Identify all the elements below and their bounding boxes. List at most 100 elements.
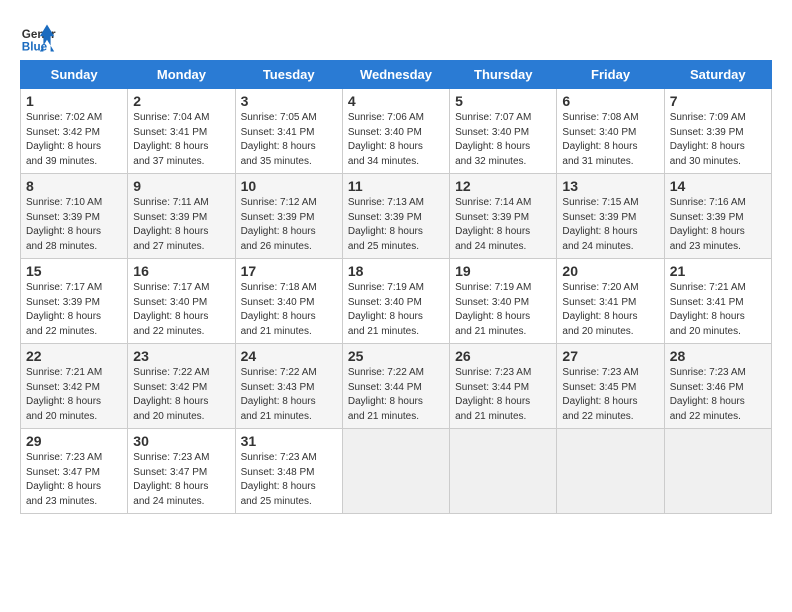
calendar-cell: 22 Sunrise: 7:21 AM Sunset: 3:42 PM Dayli… xyxy=(21,344,128,429)
calendar-cell: 14 Sunrise: 7:16 AM Sunset: 3:39 PM Dayli… xyxy=(664,174,771,259)
calendar-cell: 24 Sunrise: 7:22 AM Sunset: 3:43 PM Dayli… xyxy=(235,344,342,429)
calendar-cell: 9 Sunrise: 7:11 AM Sunset: 3:39 PM Daylig… xyxy=(128,174,235,259)
calendar-cell xyxy=(557,429,664,514)
day-info: Sunrise: 7:17 AM Sunset: 3:39 PM Dayligh… xyxy=(26,281,122,339)
day-info: Sunrise: 7:16 AM Sunset: 3:39 PM Dayligh… xyxy=(670,196,766,254)
day-info: Sunrise: 7:13 AM Sunset: 3:39 PM Dayligh… xyxy=(348,196,444,254)
day-number: 21 xyxy=(670,263,766,279)
day-info: Sunrise: 7:23 AM Sunset: 3:44 PM Dayligh… xyxy=(455,366,551,424)
calendar-cell: 28 Sunrise: 7:23 AM Sunset: 3:46 PM Dayli… xyxy=(664,344,771,429)
day-number: 16 xyxy=(133,263,229,279)
calendar-cell: 23 Sunrise: 7:22 AM Sunset: 3:42 PM Dayli… xyxy=(128,344,235,429)
calendar-cell: 2 Sunrise: 7:04 AM Sunset: 3:41 PM Daylig… xyxy=(128,89,235,174)
day-number: 10 xyxy=(241,178,337,194)
day-info: Sunrise: 7:15 AM Sunset: 3:39 PM Dayligh… xyxy=(562,196,658,254)
day-info: Sunrise: 7:04 AM Sunset: 3:41 PM Dayligh… xyxy=(133,111,229,169)
header: General Blue xyxy=(20,20,772,56)
calendar-cell: 13 Sunrise: 7:15 AM Sunset: 3:39 PM Dayli… xyxy=(557,174,664,259)
day-number: 28 xyxy=(670,348,766,364)
day-info: Sunrise: 7:11 AM Sunset: 3:39 PM Dayligh… xyxy=(133,196,229,254)
calendar-cell xyxy=(342,429,449,514)
calendar-cell: 15 Sunrise: 7:17 AM Sunset: 3:39 PM Dayli… xyxy=(21,259,128,344)
calendar-cell xyxy=(450,429,557,514)
calendar-cell: 11Sunrise: 7:13 AM Sunset: 3:39 PM Dayli… xyxy=(342,174,449,259)
calendar-cell: 4 Sunrise: 7:06 AM Sunset: 3:40 PM Daylig… xyxy=(342,89,449,174)
calendar-cell: 21 Sunrise: 7:21 AM Sunset: 3:41 PM Dayli… xyxy=(664,259,771,344)
calendar-table: SundayMondayTuesdayWednesdayThursdayFrid… xyxy=(20,60,772,514)
day-info: Sunrise: 7:21 AM Sunset: 3:42 PM Dayligh… xyxy=(26,366,122,424)
day-number: 14 xyxy=(670,178,766,194)
day-number: 22 xyxy=(26,348,122,364)
calendar-cell: 8 Sunrise: 7:10 AM Sunset: 3:39 PM Daylig… xyxy=(21,174,128,259)
day-info: Sunrise: 7:23 AM Sunset: 3:47 PM Dayligh… xyxy=(26,451,122,509)
week-row-5: 29 Sunrise: 7:23 AM Sunset: 3:47 PM Dayli… xyxy=(21,429,772,514)
calendar-cell: 18 Sunrise: 7:19 AM Sunset: 3:40 PM Dayli… xyxy=(342,259,449,344)
day-info: Sunrise: 7:23 AM Sunset: 3:45 PM Dayligh… xyxy=(562,366,658,424)
day-info: Sunrise: 7:22 AM Sunset: 3:44 PM Dayligh… xyxy=(348,366,444,424)
calendar-cell: 1Sunrise: 7:02 AM Sunset: 3:42 PM Daylig… xyxy=(21,89,128,174)
day-info: Sunrise: 7:22 AM Sunset: 3:42 PM Dayligh… xyxy=(133,366,229,424)
day-info: Sunrise: 7:12 AM Sunset: 3:39 PM Dayligh… xyxy=(241,196,337,254)
day-info: Sunrise: 7:07 AM Sunset: 3:40 PM Dayligh… xyxy=(455,111,551,169)
day-info: Sunrise: 7:20 AM Sunset: 3:41 PM Dayligh… xyxy=(562,281,658,339)
logo-icon: General Blue xyxy=(20,20,56,56)
calendar-cell: 30 Sunrise: 7:23 AM Sunset: 3:47 PM Dayli… xyxy=(128,429,235,514)
day-number: 20 xyxy=(562,263,658,279)
calendar-cell: 17Sunrise: 7:18 AM Sunset: 3:40 PM Dayli… xyxy=(235,259,342,344)
day-number: 4 xyxy=(348,93,444,109)
day-number: 25 xyxy=(348,348,444,364)
weekday-header-friday: Friday xyxy=(557,61,664,89)
day-info: Sunrise: 7:17 AM Sunset: 3:40 PM Dayligh… xyxy=(133,281,229,339)
day-number: 29 xyxy=(26,433,122,449)
weekday-header-wednesday: Wednesday xyxy=(342,61,449,89)
day-info: Sunrise: 7:23 AM Sunset: 3:46 PM Dayligh… xyxy=(670,366,766,424)
calendar-cell: 10 Sunrise: 7:12 AM Sunset: 3:39 PM Dayli… xyxy=(235,174,342,259)
calendar-cell: 19 Sunrise: 7:19 AM Sunset: 3:40 PM Dayli… xyxy=(450,259,557,344)
calendar-cell: 26 Sunrise: 7:23 AM Sunset: 3:44 PM Dayli… xyxy=(450,344,557,429)
week-row-2: 8 Sunrise: 7:10 AM Sunset: 3:39 PM Daylig… xyxy=(21,174,772,259)
day-info: Sunrise: 7:23 AM Sunset: 3:48 PM Dayligh… xyxy=(241,451,337,509)
day-number: 2 xyxy=(133,93,229,109)
day-number: 27 xyxy=(562,348,658,364)
day-number: 26 xyxy=(455,348,551,364)
calendar-cell: 27 Sunrise: 7:23 AM Sunset: 3:45 PM Dayli… xyxy=(557,344,664,429)
day-number: 31 xyxy=(241,433,337,449)
day-info: Sunrise: 7:18 AM Sunset: 3:40 PM Dayligh… xyxy=(241,281,337,339)
day-number: 18 xyxy=(348,263,444,279)
day-number: 13 xyxy=(562,178,658,194)
day-number: 3 xyxy=(241,93,337,109)
day-number: 19 xyxy=(455,263,551,279)
week-row-3: 15 Sunrise: 7:17 AM Sunset: 3:39 PM Dayli… xyxy=(21,259,772,344)
weekday-header-row: SundayMondayTuesdayWednesdayThursdayFrid… xyxy=(21,61,772,89)
calendar-cell: 31 Sunrise: 7:23 AM Sunset: 3:48 PM Dayli… xyxy=(235,429,342,514)
weekday-header-saturday: Saturday xyxy=(664,61,771,89)
calendar-cell xyxy=(664,429,771,514)
weekday-header-tuesday: Tuesday xyxy=(235,61,342,89)
day-number: 15 xyxy=(26,263,122,279)
day-info: Sunrise: 7:19 AM Sunset: 3:40 PM Dayligh… xyxy=(348,281,444,339)
day-info: Sunrise: 7:19 AM Sunset: 3:40 PM Dayligh… xyxy=(455,281,551,339)
calendar-cell: 25 Sunrise: 7:22 AM Sunset: 3:44 PM Dayli… xyxy=(342,344,449,429)
day-info: Sunrise: 7:22 AM Sunset: 3:43 PM Dayligh… xyxy=(241,366,337,424)
weekday-header-monday: Monday xyxy=(128,61,235,89)
day-number: 5 xyxy=(455,93,551,109)
day-info: Sunrise: 7:06 AM Sunset: 3:40 PM Dayligh… xyxy=(348,111,444,169)
day-number: 23 xyxy=(133,348,229,364)
day-number: 24 xyxy=(241,348,337,364)
calendar-cell: 7Sunrise: 7:09 AM Sunset: 3:39 PM Daylig… xyxy=(664,89,771,174)
day-info: Sunrise: 7:10 AM Sunset: 3:39 PM Dayligh… xyxy=(26,196,122,254)
day-number: 12 xyxy=(455,178,551,194)
day-info: Sunrise: 7:23 AM Sunset: 3:47 PM Dayligh… xyxy=(133,451,229,509)
weekday-header-thursday: Thursday xyxy=(450,61,557,89)
day-number: 1 xyxy=(26,93,122,109)
day-number: 30 xyxy=(133,433,229,449)
calendar-cell: 3 Sunrise: 7:05 AM Sunset: 3:41 PM Daylig… xyxy=(235,89,342,174)
week-row-4: 22 Sunrise: 7:21 AM Sunset: 3:42 PM Dayli… xyxy=(21,344,772,429)
day-number: 8 xyxy=(26,178,122,194)
day-info: Sunrise: 7:08 AM Sunset: 3:40 PM Dayligh… xyxy=(562,111,658,169)
day-number: 9 xyxy=(133,178,229,194)
logo: General Blue xyxy=(20,20,56,56)
day-info: Sunrise: 7:14 AM Sunset: 3:39 PM Dayligh… xyxy=(455,196,551,254)
day-info: Sunrise: 7:05 AM Sunset: 3:41 PM Dayligh… xyxy=(241,111,337,169)
day-info: Sunrise: 7:21 AM Sunset: 3:41 PM Dayligh… xyxy=(670,281,766,339)
